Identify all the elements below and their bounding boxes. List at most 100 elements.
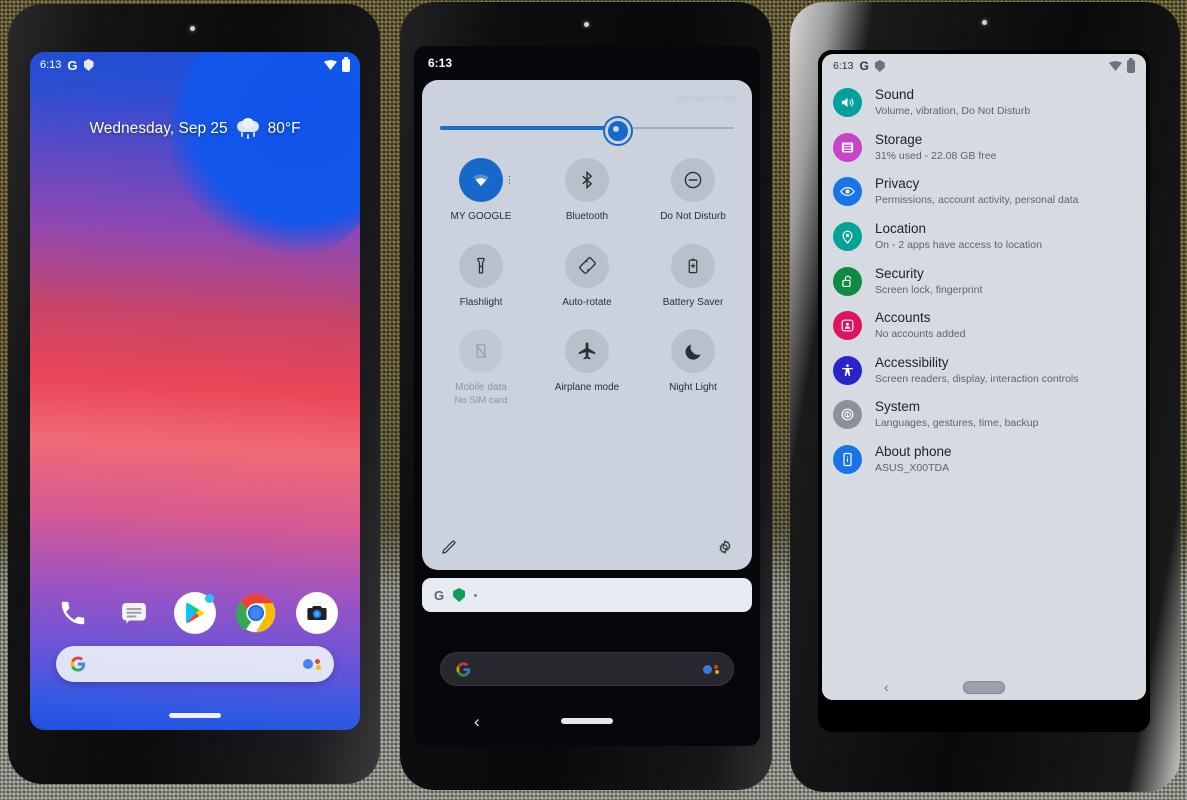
about-phone-icon: [833, 445, 862, 475]
settings-row-privacy[interactable]: Privacy Permissions, account activity, p…: [822, 169, 1146, 214]
settings-title: Security: [875, 265, 924, 281]
settings-row-storage[interactable]: Storage 31% used - 22.08 GB free: [822, 125, 1146, 170]
storage-icon: [833, 132, 862, 162]
play-badge-dot: [205, 594, 214, 603]
quick-settings-panel: emergency call ⋮ MY GOOGLE Bluetooth Do …: [422, 80, 752, 570]
settings-title: Accounts: [875, 310, 931, 326]
settings-row-system[interactable]: System Languages, gestures, time, backup: [822, 392, 1146, 437]
home-button-pill[interactable]: [963, 680, 1005, 694]
settings-row-about-phone[interactable]: About phone ASUS_X00TDA: [822, 437, 1146, 482]
tile-label: Airplane mode: [554, 382, 620, 393]
front-camera-dot: [190, 26, 195, 31]
tile-battery-saver[interactable]: Battery Saver: [640, 243, 746, 310]
wifi-icon: [324, 60, 337, 70]
settings-subtitle: ASUS_X00TDA: [875, 462, 950, 475]
chrome-app-icon[interactable]: [235, 592, 277, 634]
at-a-glance-widget[interactable]: Wednesday, Sep 25 80°F: [30, 118, 360, 139]
accounts-icon: [833, 311, 862, 341]
back-chevron-icon[interactable]: ‹: [884, 680, 889, 694]
settings-title: Location: [875, 220, 927, 236]
settings-subtitle: Permissions, account activity, personal …: [875, 194, 1079, 207]
phone-3-settings: 6:13 G Sound Volume, vibration, Do Not D…: [790, 2, 1180, 792]
tile-label: Battery Saver: [662, 296, 724, 308]
camera-app-icon[interactable]: [296, 592, 338, 634]
phone-1-home-screen: 6:13 G Wednesday, Sep 25 80°F: [8, 4, 380, 784]
tile-my-google[interactable]: ⋮ MY GOOGLE: [428, 158, 534, 224]
tile-do-not-disturb[interactable]: Do Not Disturb: [640, 158, 746, 224]
green-shield-icon: [453, 588, 466, 602]
tile-mobile-data[interactable]: Mobile data No SIM card: [428, 329, 534, 406]
play-store-app-icon[interactable]: [174, 592, 216, 634]
tile-night-light[interactable]: Night Light: [640, 329, 746, 406]
mobile-data-off-icon: [459, 329, 503, 373]
phone-2-screen: 6:13 emergency call ⋮ MY GOOGLE Bluetoot…: [414, 46, 760, 746]
home-gesture-pill[interactable]: [561, 718, 613, 724]
tile-airplane-mode[interactable]: Airplane mode: [534, 329, 640, 406]
google-g-icon: G: [67, 57, 78, 73]
settings-title: Accessibility: [875, 354, 949, 370]
settings-title: System: [875, 399, 921, 415]
home-gesture-pill[interactable]: [169, 713, 221, 718]
quick-settings-search-bar[interactable]: G: [422, 578, 752, 612]
settings-list: Sound Volume, vibration, Do Not Disturb …: [822, 78, 1146, 482]
glance-temperature: 80°F: [267, 120, 301, 137]
tile-label: Night Light: [669, 382, 717, 393]
google-g-icon: [455, 661, 472, 678]
back-chevron-icon[interactable]: ‹: [474, 713, 480, 730]
settings-row-sound[interactable]: Sound Volume, vibration, Do Not Disturb: [822, 80, 1146, 125]
brightness-fill: [440, 126, 611, 130]
front-camera-dot: [982, 20, 987, 25]
flashlight-icon: [459, 243, 503, 288]
tile-label: Bluetooth: [565, 211, 609, 222]
settings-title: Privacy: [875, 176, 920, 192]
google-g-icon: [69, 655, 87, 673]
google-search-bar[interactable]: [56, 646, 334, 682]
settings-row-accounts[interactable]: Accounts No accounts added: [822, 303, 1146, 348]
dot-icon: [474, 593, 478, 597]
settings-subtitle: Languages, gestures, time, backup: [875, 417, 1039, 430]
battery-icon: [1127, 57, 1135, 73]
tile-flashlight[interactable]: Flashlight: [428, 243, 534, 310]
accessibility-icon: [833, 355, 862, 385]
phone-3-screen: 6:13 G Sound Volume, vibration, Do Not D…: [818, 50, 1150, 732]
status-time: 6:13: [428, 56, 453, 70]
tile-auto-rotate[interactable]: Auto-rotate: [534, 243, 640, 310]
messages-app-icon[interactable]: [113, 592, 155, 634]
settings-row-accessibility[interactable]: Accessibility Screen readers, display, i…: [822, 348, 1146, 393]
tile-sublabel: No SIM card: [454, 394, 508, 406]
phone-2-quick-settings: 6:13 emergency call ⋮ MY GOOGLE Bluetoot…: [400, 2, 772, 790]
tile-label: Flashlight: [459, 296, 503, 308]
settings-title: Sound: [875, 87, 915, 102]
system-info-icon: [833, 400, 862, 430]
location-pin-icon: [833, 221, 862, 251]
google-g-icon: G: [859, 59, 869, 73]
settings-subtitle: On - 2 apps have access to location: [875, 238, 1042, 251]
settings-subtitle: Screen readers, display, interaction con…: [875, 372, 1079, 385]
phone-app-icon[interactable]: [52, 592, 94, 634]
tile-bluetooth[interactable]: Bluetooth: [534, 158, 640, 224]
quick-settings-tiles: ⋮ MY GOOGLE Bluetooth Do Not Disturb Fla…: [422, 158, 752, 406]
settings-row-security[interactable]: Security Screen lock, fingerprint: [822, 259, 1146, 304]
pencil-edit-icon[interactable]: [440, 538, 458, 556]
airplane-icon: [565, 329, 609, 373]
navigation-bar: ‹: [822, 674, 1146, 700]
google-assistant-icon[interactable]: [303, 659, 321, 670]
settings-subtitle: Volume, vibration, Do Not Disturb: [875, 105, 1031, 117]
do-not-disturb-icon: [671, 158, 715, 202]
auto-rotate-icon: [565, 243, 609, 288]
gear-icon[interactable]: [716, 538, 734, 556]
brightness-slider[interactable]: [440, 118, 734, 144]
google-assistant-icon[interactable]: [703, 664, 719, 674]
chevron-expand-icon[interactable]: ⋮: [505, 175, 514, 184]
brightness-knob[interactable]: [604, 118, 631, 144]
settings-title: About phone: [875, 444, 952, 460]
shield-icon: [83, 59, 94, 71]
front-camera-dot: [584, 22, 589, 27]
home-google-search-pill[interactable]: [440, 652, 734, 686]
quick-settings-footer: [422, 532, 752, 562]
tile-label: Mobile data No SIM card: [454, 382, 508, 406]
settings-row-location[interactable]: Location On - 2 apps have access to loca…: [822, 214, 1146, 259]
wifi-icon: ⋮: [459, 158, 514, 202]
rain-cloud-icon: [236, 118, 259, 139]
status-time: 6:13: [40, 59, 62, 71]
